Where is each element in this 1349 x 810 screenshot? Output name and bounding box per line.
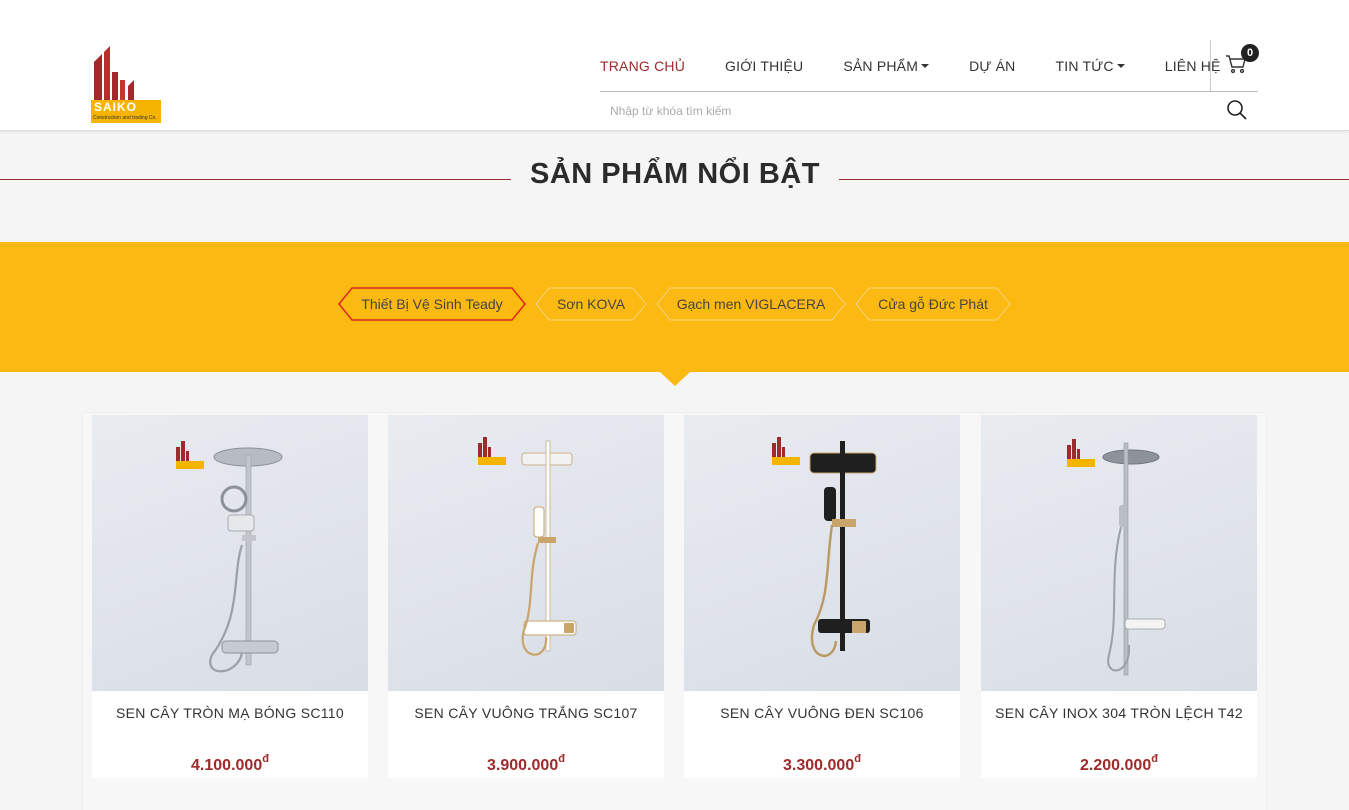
- nav-label: TIN TỨC: [1055, 58, 1114, 74]
- product-card[interactable]: SEN CÂY VUÔNG ĐEN SC106 3.300.000đ: [684, 415, 960, 778]
- tab-label: Thiết Bị Vệ Sinh Teady: [361, 296, 503, 312]
- search-input[interactable]: [600, 97, 1210, 125]
- search-icon[interactable]: [1225, 98, 1249, 122]
- caret-down-icon: [921, 64, 930, 68]
- main-nav: TRANG CHỦ GIỚI THIỆU SẢN PHẨM DỰ ÁN TIN …: [600, 40, 1261, 92]
- search-divider: [600, 91, 1258, 92]
- product-image[interactable]: [388, 415, 664, 691]
- building-logo-icon: [94, 46, 134, 102]
- product-image[interactable]: [92, 415, 368, 691]
- nav-item-home[interactable]: TRANG CHỦ: [600, 58, 685, 74]
- product-name[interactable]: SEN CÂY VUÔNG ĐEN SC106: [684, 705, 960, 721]
- product-price: 4.100.000đ: [92, 753, 368, 775]
- product-name[interactable]: SEN CÂY TRÒN MẠ BÓNG SC110: [92, 705, 368, 721]
- tab-teady[interactable]: Thiết Bị Vệ Sinh Teady: [338, 287, 526, 321]
- product-name[interactable]: SEN CÂY VUÔNG TRẮNG SC107: [388, 705, 664, 721]
- nav-label: DỰ ÁN: [969, 58, 1016, 74]
- nav-label: SẢN PHẨM: [843, 58, 919, 74]
- tab-duc-phat[interactable]: Cửa gỗ Đức Phát: [855, 287, 1011, 321]
- currency-symbol: đ: [558, 753, 565, 765]
- saiko-logo[interactable]: SAIKO Construction and trading Co.: [90, 44, 162, 126]
- title-divider-left: [0, 179, 511, 180]
- nav-item-projects[interactable]: DỰ ÁN: [969, 58, 1015, 74]
- product-card[interactable]: SEN CÂY VUÔNG TRẮNG SC107 3.900.000đ: [388, 415, 664, 778]
- nav-label: LIÊN HỆ: [1164, 58, 1221, 74]
- tab-label: Cửa gỗ Đức Phát: [878, 296, 988, 312]
- nav-item-about[interactable]: GIỚI THIỆU: [725, 58, 803, 74]
- section-title: SẢN PHẨM NỔI BẬT: [530, 158, 820, 190]
- site-header: SAIKO Construction and trading Co. TRANG…: [0, 0, 1349, 131]
- tab-label: Sơn KOVA: [556, 296, 626, 312]
- cart-count-badge: 0: [1241, 44, 1259, 62]
- product-card[interactable]: SEN CÂY INOX 304 TRÒN LỆCH T42 2.200.000…: [981, 415, 1257, 778]
- product-price: 3.300.000đ: [684, 753, 960, 775]
- nav-label: TRANG CHỦ: [600, 58, 686, 74]
- currency-symbol: đ: [1151, 753, 1158, 765]
- band-pointer: [660, 372, 690, 386]
- product-image[interactable]: [981, 415, 1257, 691]
- nav-divider: [1210, 40, 1211, 91]
- price-value: 3.900.000: [487, 757, 559, 774]
- product-price: 2.200.000đ: [981, 753, 1257, 775]
- price-value: 3.300.000: [783, 757, 855, 774]
- product-image[interactable]: [684, 415, 960, 691]
- product-card[interactable]: SEN CÂY TRÒN MẠ BÓNG SC110 4.100.000đ: [92, 415, 368, 778]
- currency-symbol: đ: [262, 753, 269, 765]
- tab-viglacera[interactable]: Gạch men VIGLACERA: [656, 287, 846, 321]
- product-name[interactable]: SEN CÂY INOX 304 TRÒN LỆCH T42: [981, 705, 1257, 721]
- nav-label: GIỚI THIỆU: [725, 58, 804, 74]
- product-price: 3.900.000đ: [388, 753, 664, 775]
- tab-label: Gạch men VIGLACERA: [676, 296, 826, 312]
- nav-item-news[interactable]: TIN TỨC: [1055, 58, 1125, 74]
- logo-subtext: Construction and trading Co.: [91, 114, 161, 123]
- nav-item-contact[interactable]: LIÊN HỆ: [1165, 58, 1221, 74]
- tab-kova[interactable]: Sơn KOVA: [535, 287, 647, 321]
- price-value: 2.200.000: [1080, 757, 1152, 774]
- caret-down-icon: [1116, 64, 1125, 68]
- title-divider-right: [839, 179, 1349, 180]
- logo-text: SAIKO: [91, 100, 161, 114]
- category-tabs: Thiết Bị Vệ Sinh Teady Sơn KOVA Gạch men…: [0, 287, 1349, 321]
- nav-item-products[interactable]: SẢN PHẨM: [843, 58, 930, 74]
- price-value: 4.100.000: [191, 757, 263, 774]
- currency-symbol: đ: [854, 753, 861, 765]
